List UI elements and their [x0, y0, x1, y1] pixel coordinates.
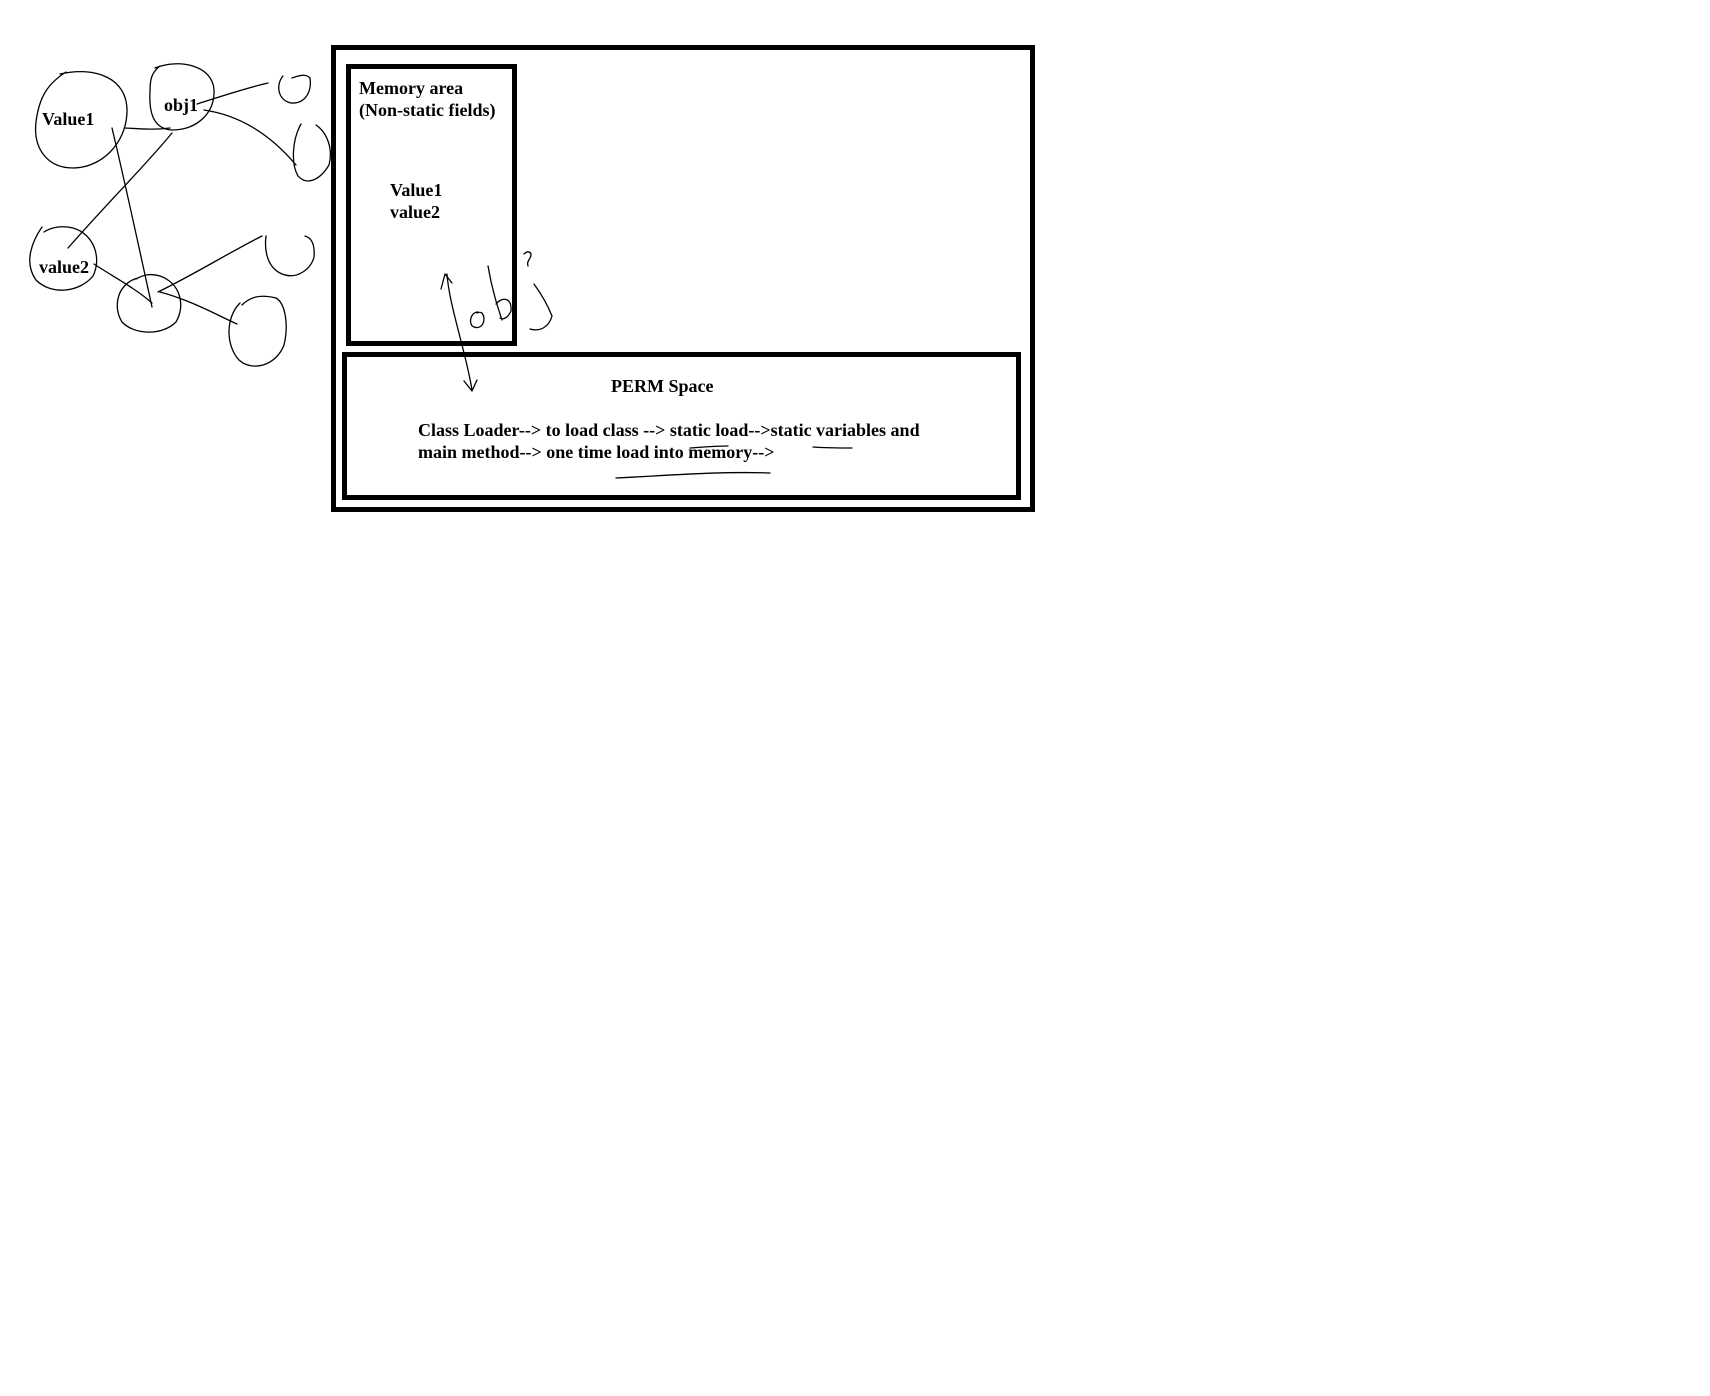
obj2-node-circle [116, 273, 182, 333]
memory-area-title: Memory area [359, 78, 464, 98]
obj1-ref-edge-2 [203, 109, 297, 166]
small-node-3 [264, 235, 315, 277]
diagram-canvas: Memory area (Non-static fields) Value1 v… [0, 0, 1710, 1396]
memory-field-value2: value2 [390, 202, 441, 222]
obj2-ref-edge-2 [159, 291, 238, 325]
small-node-1 [278, 74, 311, 104]
obj1-ref-edge-1 [196, 82, 269, 105]
value1-obj1-edge [124, 127, 171, 130]
perm-space-title: PERM Space [611, 376, 714, 396]
memory-field-value1: Value1 [390, 180, 443, 200]
perm-space-text-line-2: main method--> one time load into memory… [418, 442, 775, 462]
obj1-value2-edge [67, 132, 173, 249]
obj2-ref-edge-1 [157, 235, 263, 293]
small-node-2 [292, 123, 331, 182]
node-label-obj1: obj1 [164, 95, 199, 115]
memory-area-subtitle: (Non-static fields) [359, 100, 496, 120]
node-label-value1: Value1 [42, 109, 95, 129]
perm-space-text-line-1: Class Loader--> to load class --> static… [418, 420, 920, 440]
small-node-4 [228, 295, 287, 367]
node-label-value2: value2 [39, 257, 90, 277]
